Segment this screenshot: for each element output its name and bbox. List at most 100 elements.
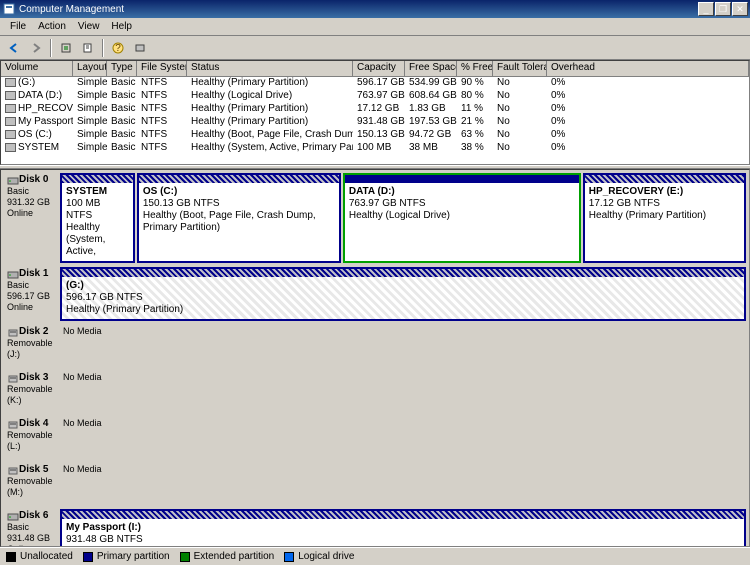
close-button[interactable]: ✕ [732,2,748,16]
forward-button[interactable] [26,38,46,58]
partition[interactable]: DATA (D:)763.97 GB NTFSHealthy (Logical … [343,173,581,263]
cell-cap: 596.17 GB [353,77,405,90]
col-free[interactable]: Free Space [405,61,457,77]
cell-free: 608.64 GB [405,90,457,103]
cell-layout: Simple [73,90,107,103]
legend-extended: Extended partition [194,551,275,562]
refresh-button[interactable] [56,38,76,58]
col-fs[interactable]: File System [137,61,187,77]
drive-icon [5,78,16,87]
disk-row: Disk 0Basic931.32 GBOnlineSYSTEM100 MB N… [3,172,747,264]
disk-partitions: (G:)596.17 GB NTFSHealthy (Primary Parti… [59,266,747,322]
partition[interactable]: OS (C:)150.13 GB NTFSHealthy (Boot, Page… [137,173,341,263]
cell-pct: 11 % [457,103,493,116]
disk-label[interactable]: Disk 5Removable (M:) [3,462,59,506]
partition[interactable]: (G:)596.17 GB NTFSHealthy (Primary Parti… [60,267,746,321]
menu-action[interactable]: Action [32,19,72,34]
cell-ov: 0% [547,77,749,90]
cell-status: Healthy (System, Active, Primary Partiti… [187,142,353,155]
cell-pct: 80 % [457,90,493,103]
partition[interactable]: My Passport (I:)931.48 GB NTFSHealthy (P… [60,509,746,547]
cell-status: Healthy (Primary Partition) [187,103,353,116]
col-type[interactable]: Type [107,61,137,77]
cell-ov: 0% [547,142,749,155]
col-overhead[interactable]: Overhead [547,61,749,77]
legend-logical: Logical drive [298,551,354,562]
cell-name: OS (C:) [1,129,73,142]
disk-icon [7,511,17,521]
cell-type: Basic [107,129,137,142]
back-button[interactable] [4,38,24,58]
cell-free: 534.99 GB [405,77,457,90]
volume-row[interactable]: (G:)SimpleBasicNTFSHealthy (Primary Part… [1,77,749,90]
volume-row[interactable]: HP_RECOVERY (E:)SimpleBasicNTFSHealthy (… [1,103,749,116]
volume-row[interactable]: DATA (D:)SimpleBasicNTFSHealthy (Logical… [1,90,749,103]
maximize-button[interactable]: ❐ [715,2,731,16]
col-pctfree[interactable]: % Free [457,61,493,77]
app-icon [2,2,16,16]
col-capacity[interactable]: Capacity [353,61,405,77]
volume-list[interactable]: Volume Layout Type File System Status Ca… [0,60,750,165]
cell-fs: NTFS [137,116,187,129]
cell-fault: No [493,142,547,155]
disk-partitions: SYSTEM100 MB NTFSHealthy (System, Active… [59,172,747,264]
cell-free: 94.72 GB [405,129,457,142]
cell-name: SYSTEM [1,142,73,155]
col-layout[interactable]: Layout [73,61,107,77]
col-fault[interactable]: Fault Tolerance [493,61,547,77]
help-button[interactable]: ? [108,38,128,58]
cell-fault: No [493,129,547,142]
minimize-button[interactable]: _ [698,2,714,16]
disk-label[interactable]: Disk 4Removable (L:) [3,416,59,460]
no-media: No Media [59,324,747,338]
no-media: No Media [59,416,747,430]
legend-unallocated-swatch [6,552,16,562]
cell-layout: Simple [73,129,107,142]
cell-free: 1.83 GB [405,103,457,116]
cell-cap: 150.13 GB [353,129,405,142]
menu-help[interactable]: Help [105,19,138,34]
menu-file[interactable]: File [4,19,32,34]
cell-name: My Passport (I:) [1,116,73,129]
toolbar-separator [50,39,52,57]
disk-row: Disk 5Removable (M:)No Media [3,462,747,506]
disk-label[interactable]: Disk 2Removable (J:) [3,324,59,368]
properties-button[interactable] [78,38,98,58]
cell-type: Basic [107,142,137,155]
partition[interactable]: SYSTEM100 MB NTFSHealthy (System, Active… [60,173,135,263]
legend-logical-swatch [284,552,294,562]
disk-row: Disk 6Basic931.48 GBOnlineMy Passport (I… [3,508,747,547]
disk-map[interactable]: Disk 0Basic931.32 GBOnlineSYSTEM100 MB N… [0,169,750,547]
disk-label[interactable]: Disk 3Removable (K:) [3,370,59,414]
col-volume[interactable]: Volume [1,61,73,77]
disk-icon [7,419,17,429]
disk-label[interactable]: Disk 0Basic931.32 GBOnline [3,172,59,264]
disk-icon [7,175,17,185]
settings-button[interactable] [130,38,150,58]
volume-row[interactable]: OS (C:)SimpleBasicNTFSHealthy (Boot, Pag… [1,129,749,142]
disk-icon [7,373,17,383]
cell-status: Healthy (Boot, Page File, Crash Dump, Pr… [187,129,353,142]
disk-label[interactable]: Disk 1Basic596.17 GBOnline [3,266,59,322]
menu-view[interactable]: View [72,19,106,34]
disk-row: Disk 2Removable (J:)No Media [3,324,747,368]
cell-fault: No [493,90,547,103]
partition[interactable]: HP_RECOVERY (E:)17.12 GB NTFSHealthy (Pr… [583,173,746,263]
col-status[interactable]: Status [187,61,353,77]
drive-icon [5,130,16,139]
toolbar-separator [102,39,104,57]
cell-ov: 0% [547,103,749,116]
cell-free: 197.53 GB [405,116,457,129]
volume-row[interactable]: SYSTEMSimpleBasicNTFSHealthy (System, Ac… [1,142,749,155]
cell-status: Healthy (Primary Partition) [187,116,353,129]
cell-pct: 63 % [457,129,493,142]
cell-cap: 17.12 GB [353,103,405,116]
no-media: No Media [59,462,747,476]
volume-row[interactable]: My Passport (I:)SimpleBasicNTFSHealthy (… [1,116,749,129]
cell-fs: NTFS [137,103,187,116]
cell-cap: 763.97 GB [353,90,405,103]
cell-status: Healthy (Primary Partition) [187,77,353,90]
cell-layout: Simple [73,77,107,90]
cell-layout: Simple [73,103,107,116]
disk-label[interactable]: Disk 6Basic931.48 GBOnline [3,508,59,547]
